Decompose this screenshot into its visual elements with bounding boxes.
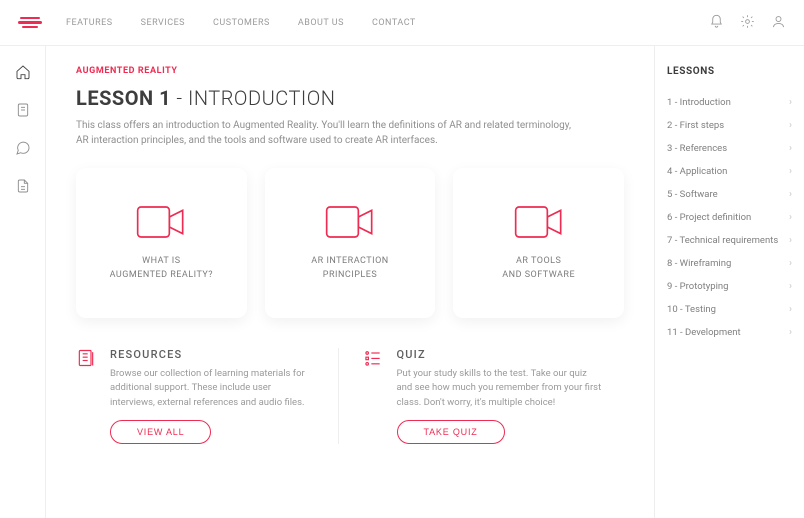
left-sidebar — [0, 46, 46, 518]
chevron-right-icon: › — [789, 258, 792, 269]
quiz-icon — [363, 348, 385, 444]
video-icon — [325, 204, 375, 240]
page-title: LESSON 1 - INTRODUCTION — [76, 86, 624, 110]
card-label: WHAT ISAUGMENTED REALITY? — [110, 254, 213, 283]
app-frame: FEATURES SERVICES CUSTOMERS ABOUT US CON… — [0, 0, 804, 518]
chevron-right-icon: › — [789, 97, 792, 108]
chevron-right-icon: › — [789, 143, 792, 154]
card-label: AR TOOLSAND SOFTWARE — [502, 254, 575, 283]
document-icon[interactable] — [15, 102, 31, 118]
nav-about-us[interactable]: ABOUT US — [298, 18, 344, 28]
chevron-right-icon: › — [789, 281, 792, 292]
lessons-sidebar: LESSONS 1 - Introduction›2 - First steps… — [654, 46, 804, 518]
quiz-desc: Put your study skills to the test. Take … — [397, 367, 605, 410]
lesson-link-label: 11 - Development — [667, 327, 741, 338]
bell-icon[interactable] — [709, 14, 724, 32]
lesson-link-label: 6 - Project definition — [667, 212, 751, 223]
lesson-link-label: 2 - First steps — [667, 120, 724, 131]
lesson-link-label: 8 - Wireframing — [667, 258, 731, 269]
take-quiz-button[interactable]: TAKE QUIZ — [397, 420, 505, 444]
nav-customers[interactable]: CUSTOMERS — [213, 18, 270, 28]
lesson-link-label: 1 - Introduction — [667, 97, 731, 108]
top-bar: FEATURES SERVICES CUSTOMERS ABOUT US CON… — [0, 0, 804, 46]
chevron-right-icon: › — [789, 304, 792, 315]
quiz-panel: QUIZ Put your study skills to the test. … — [338, 348, 625, 444]
video-icon — [136, 204, 186, 240]
top-nav: FEATURES SERVICES CUSTOMERS ABOUT US CON… — [66, 18, 416, 28]
lesson-link-5[interactable]: 5 - Software › — [667, 183, 792, 206]
lesson-link-label: 7 - Technical requirements — [667, 235, 778, 246]
card-ar-interaction[interactable]: AR INTERACTIONPRINCIPLES — [265, 168, 436, 318]
lesson-link-2[interactable]: 2 - First steps › — [667, 114, 792, 137]
chevron-right-icon: › — [789, 327, 792, 338]
resources-panel: RESOURCES Browse our collection of learn… — [76, 348, 338, 444]
lesson-link-label: 9 - Prototyping — [667, 281, 728, 292]
lesson-link-1[interactable]: 1 - Introduction › — [667, 91, 792, 114]
page-description: This class offers an introduction to Aug… — [76, 118, 576, 148]
video-icon — [514, 204, 564, 240]
file-icon[interactable] — [15, 178, 31, 194]
resources-desc: Browse our collection of learning materi… — [110, 367, 318, 410]
lesson-link-4[interactable]: 4 - Application › — [667, 160, 792, 183]
lessons-heading: LESSONS — [667, 66, 792, 77]
card-what-is-ar[interactable]: WHAT ISAUGMENTED REALITY? — [76, 168, 247, 318]
home-icon[interactable] — [15, 64, 31, 80]
chat-icon[interactable] — [15, 140, 31, 156]
lesson-link-8[interactable]: 8 - Wireframing › — [667, 252, 792, 275]
logo-icon[interactable] — [18, 17, 42, 29]
nav-features[interactable]: FEATURES — [66, 18, 113, 28]
lesson-cards: WHAT ISAUGMENTED REALITY? AR INTERACTION… — [76, 168, 624, 318]
lesson-link-6[interactable]: 6 - Project definition › — [667, 206, 792, 229]
card-label: AR INTERACTIONPRINCIPLES — [311, 254, 388, 283]
chevron-right-icon: › — [789, 212, 792, 223]
gear-icon[interactable] — [740, 14, 755, 32]
lesson-link-label: 5 - Software — [667, 189, 718, 200]
lesson-link-label: 3 - References — [667, 143, 727, 154]
lesson-link-11[interactable]: 11 - Development › — [667, 321, 792, 344]
main-content: AUGMENTED REALITY LESSON 1 - INTRODUCTIO… — [46, 46, 654, 518]
lesson-link-9[interactable]: 9 - Prototyping › — [667, 275, 792, 298]
nav-contact[interactable]: CONTACT — [372, 18, 416, 28]
lesson-link-3[interactable]: 3 - References › — [667, 137, 792, 160]
resources-title: RESOURCES — [110, 348, 318, 361]
card-ar-tools[interactable]: AR TOOLSAND SOFTWARE — [453, 168, 624, 318]
view-all-button[interactable]: VIEW ALL — [110, 420, 211, 444]
lesson-link-label: 10 - Testing — [667, 304, 716, 315]
chevron-right-icon: › — [789, 189, 792, 200]
chevron-right-icon: › — [789, 235, 792, 246]
chevron-right-icon: › — [789, 120, 792, 131]
nav-services[interactable]: SERVICES — [141, 18, 185, 28]
quiz-title: QUIZ — [397, 348, 605, 361]
lesson-link-7[interactable]: 7 - Technical requirements › — [667, 229, 792, 252]
user-icon[interactable] — [771, 14, 786, 32]
lesson-link-10[interactable]: 10 - Testing › — [667, 298, 792, 321]
lesson-link-label: 4 - Application — [667, 166, 727, 177]
chevron-right-icon: › — [789, 166, 792, 177]
resources-icon — [76, 348, 98, 444]
breadcrumb: AUGMENTED REALITY — [76, 66, 624, 76]
